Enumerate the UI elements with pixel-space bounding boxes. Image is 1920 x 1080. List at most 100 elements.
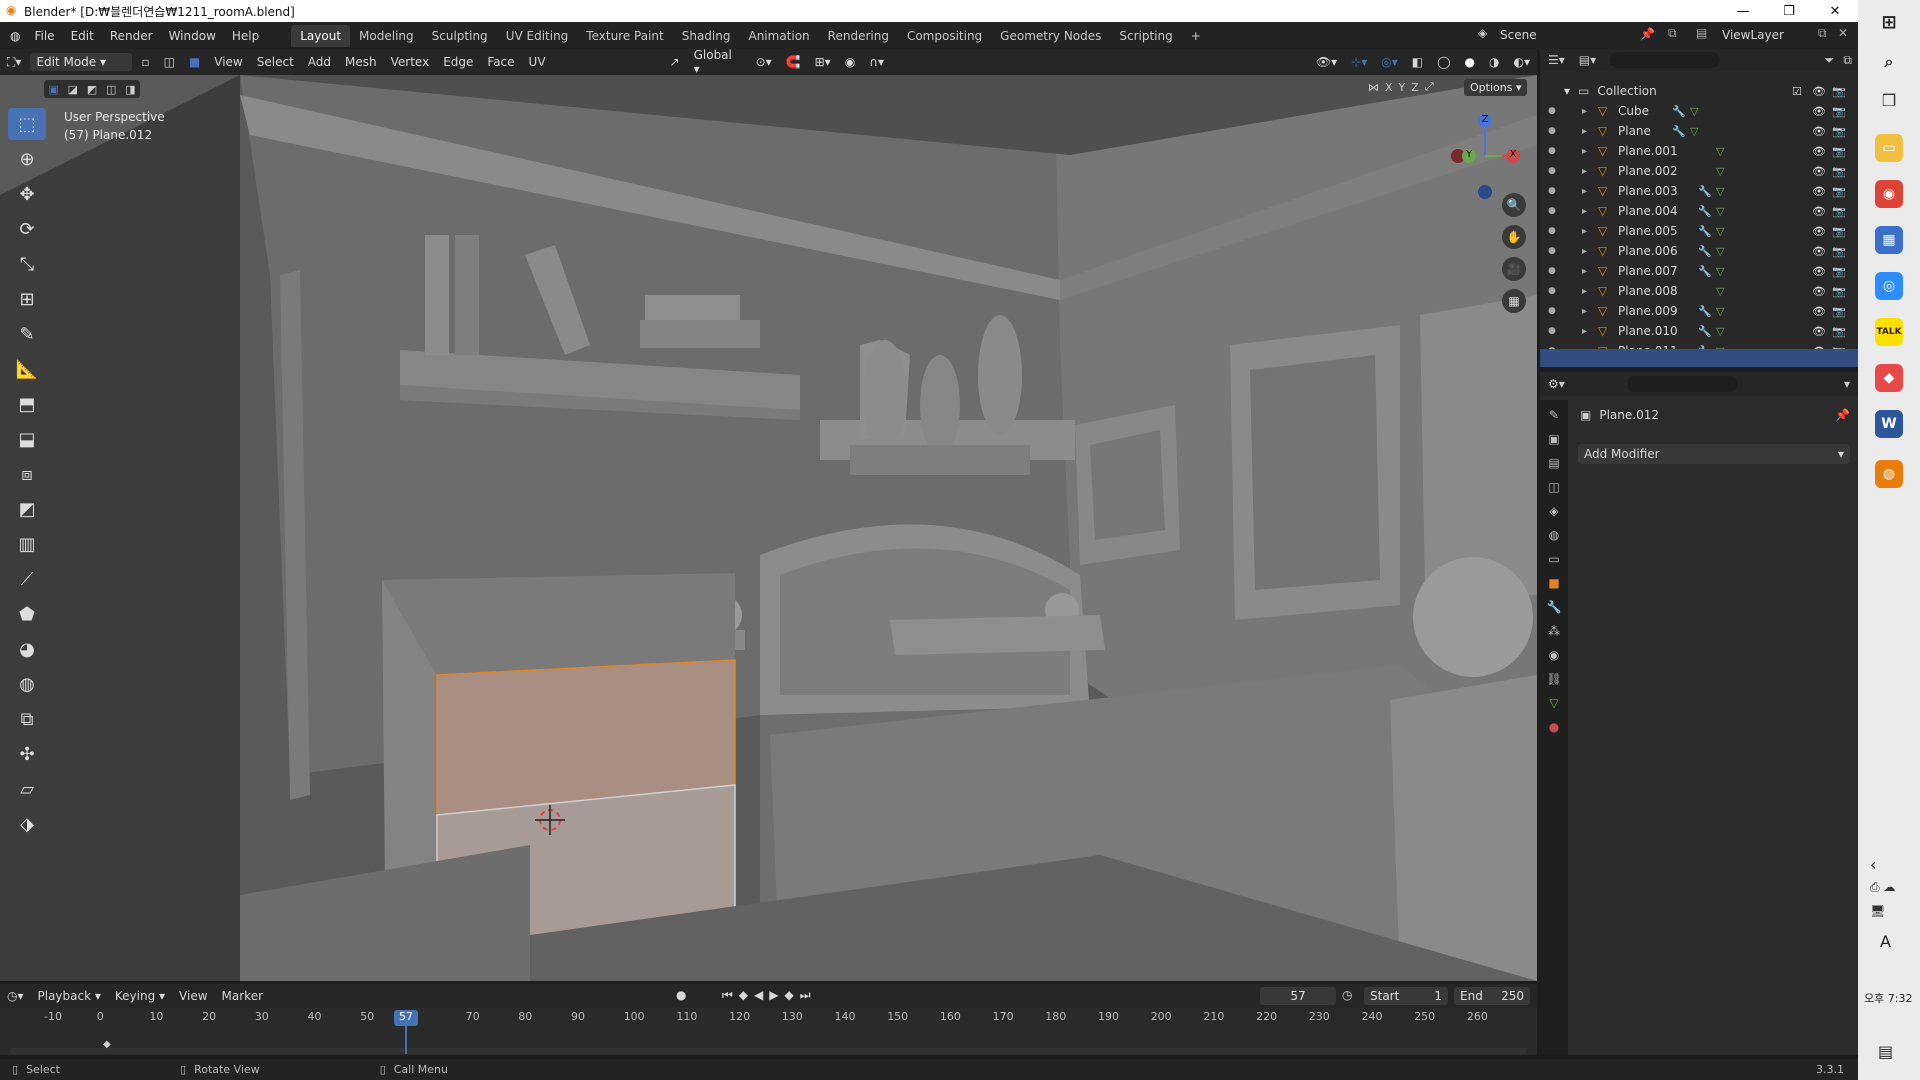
outliner-row[interactable]: ● ▸ ▽ Plane.009 🔧 ▽ 👁 📷 — [1540, 301, 1858, 321]
eye-icon[interactable]: 👁 — [1812, 125, 1826, 138]
expand-icon[interactable]: ▸ — [1582, 326, 1587, 337]
eye-icon[interactable]: 👁 — [1812, 265, 1826, 278]
tab-geometry-nodes[interactable]: Geometry Nodes — [991, 25, 1110, 47]
scene-tab-icon[interactable]: ◈ — [1549, 504, 1558, 518]
keying-menu[interactable]: Keying ▾ — [108, 989, 172, 1003]
navigation-gizmo[interactable]: Z X Y — [1440, 110, 1530, 200]
render-tab-icon[interactable]: ▣ — [1548, 432, 1559, 446]
restore-icon[interactable]: ❐ — [1766, 0, 1812, 22]
end-frame-field[interactable]: End 250 — [1454, 987, 1530, 1005]
camera-icon[interactable]: 📷 — [1832, 145, 1846, 158]
expand-icon[interactable]: ▸ — [1582, 306, 1587, 317]
face-menu[interactable]: Face — [480, 55, 521, 69]
eye-icon[interactable]: 👁 — [1812, 105, 1826, 118]
menu-help[interactable]: Help — [224, 29, 267, 43]
uv-menu[interactable]: UV — [522, 55, 553, 69]
view-layer-tab-icon[interactable]: ◫ — [1548, 480, 1559, 494]
frame-ruler[interactable]: -10 0 10 20 30 40 50 70 80 90 100 110 120 130 140 150 16… — [0, 1010, 1537, 1028]
falloff-icon[interactable]: ∩▾ — [862, 55, 891, 69]
constraints-tab-icon[interactable]: ⛓ — [1546, 672, 1561, 686]
properties-editor-icon[interactable]: ⚙▾ — [1548, 377, 1565, 391]
poly-build-tool-icon[interactable]: ⬟ — [8, 598, 46, 630]
expand-icon[interactable]: ▾ — [1564, 84, 1570, 98]
pivot-icon[interactable]: ⊙▾ — [749, 55, 779, 69]
axis-z[interactable]: Z — [1411, 81, 1419, 94]
tray-icons[interactable]: ⎙ ☁ — [1870, 880, 1895, 895]
tab-uv-editing[interactable]: UV Editing — [497, 25, 578, 47]
camera-view-icon[interactable]: 🎥 — [1502, 257, 1526, 281]
minimize-icon[interactable]: — — [1720, 0, 1766, 22]
tool-tab-icon[interactable]: ✎ — [1549, 408, 1559, 422]
snap-target-icon[interactable]: ⊞▾ — [808, 55, 838, 69]
outliner-row[interactable]: ● ▸ ▽ Plane.010 🔧 ▽ 👁 📷 — [1540, 321, 1858, 341]
rendered-shading-icon[interactable]: ◐▾ — [1507, 55, 1538, 69]
xray-icon[interactable]: ◧ — [1405, 55, 1430, 69]
blender-taskbar-icon[interactable]: ◍ — [1875, 460, 1903, 488]
modifier-tab-icon[interactable]: 🔧 — [1547, 600, 1562, 614]
collection-tab-icon[interactable]: ▭ — [1548, 552, 1559, 566]
shear-tool-icon[interactable]: ▱ — [8, 773, 46, 805]
collection-eye-icon[interactable]: 👁 — [1812, 85, 1826, 98]
tab-animation[interactable]: Animation — [739, 25, 818, 47]
expand-icon[interactable]: ▸ — [1582, 186, 1587, 197]
outliner-row[interactable]: ● ▸ ▽ Plane 🔧 ▽ 👁 📷 — [1540, 121, 1858, 141]
axis-y[interactable]: Y — [1399, 81, 1406, 94]
task-view-icon[interactable]: ❐ — [1875, 86, 1903, 114]
timeline-editor-icon[interactable]: ◷▾ — [0, 989, 31, 1003]
extrude-tool-icon[interactable]: ⬓ — [8, 423, 46, 455]
selection-mode-buttons[interactable]: ▣ ◪ ◩ ◫ ◨ — [44, 80, 140, 98]
viewlayer-name[interactable]: ViewLayer — [1722, 28, 1784, 42]
rip-region-tool-icon[interactable]: ⬗ — [8, 808, 46, 840]
app-icon[interactable]: ◆ — [1875, 364, 1903, 392]
new-collection-icon[interactable]: ⧉ — [1843, 53, 1852, 68]
expand-icon[interactable]: ▸ — [1582, 286, 1587, 297]
eye-icon[interactable]: 👁 — [1812, 245, 1826, 258]
eye-icon[interactable]: 👁 — [1812, 305, 1826, 318]
outliner-row[interactable]: ● ▸ ▽ Plane.003 🔧 ▽ 👁 📷 — [1540, 181, 1858, 201]
camera-icon[interactable]: 📷 — [1832, 185, 1846, 198]
tab-compositing[interactable]: Compositing — [898, 25, 991, 47]
scale-tool-icon[interactable]: ⤡ — [8, 248, 46, 280]
select-menu[interactable]: Select — [250, 55, 301, 69]
outliner-row[interactable]: ● ▸ ▽ Plane.001 ▽ 👁 📷 — [1540, 141, 1858, 161]
cursor-tool-icon[interactable]: ⊕ — [8, 143, 46, 175]
eye-icon[interactable]: 👁 — [1812, 285, 1826, 298]
add-menu[interactable]: Add — [301, 55, 338, 69]
outliner-row-collection[interactable]: ▾ ▭ Collection ☑ 👁 📷 — [1540, 81, 1858, 101]
editor-type-icon[interactable]: ⛶▾ — [0, 55, 28, 70]
playhead-frame[interactable]: 57 — [394, 1010, 418, 1026]
eye-icon[interactable]: 👁 — [1812, 325, 1826, 338]
view-menu[interactable]: View — [207, 55, 249, 69]
properties-options-icon[interactable]: ▾ — [1844, 377, 1850, 391]
mirror-icon[interactable]: ⋈ — [1368, 81, 1379, 94]
outliner-row[interactable]: ● ▸ ▽ Plane.002 ▽ 👁 📷 — [1540, 161, 1858, 181]
eye-icon[interactable]: 👁 — [1812, 205, 1826, 218]
options-dropdown[interactable]: Options ▾ — [1464, 79, 1528, 96]
loop-cut-tool-icon[interactable]: ▥ — [8, 528, 46, 560]
eye-icon[interactable]: 👁 — [1812, 225, 1826, 238]
outliner-row[interactable]: ● ▸ ▽ Plane.008 ▽ 👁 📷 — [1540, 281, 1858, 301]
network-icon[interactable]: 🖥 — [1870, 904, 1885, 918]
output-tab-icon[interactable]: ▤ — [1548, 456, 1559, 470]
bevel-tool-icon[interactable]: ◩ — [8, 493, 46, 525]
move-tool-icon[interactable]: ✥ — [8, 178, 46, 210]
eye-icon[interactable]: 👁 — [1812, 145, 1826, 158]
timeline-scrollbar[interactable] — [10, 1048, 1527, 1054]
data-tab-icon[interactable]: ▽ — [1549, 696, 1558, 710]
annotate-tool-icon[interactable]: ✎ — [8, 318, 46, 350]
ime-indicator[interactable]: A — [1880, 932, 1891, 951]
menu-window[interactable]: Window — [161, 29, 224, 43]
calculator-icon[interactable]: ▦ — [1875, 226, 1903, 254]
shrink-fatten-tool-icon[interactable]: ✣ — [8, 738, 46, 770]
mode-dropdown[interactable]: Edit Mode ▾ — [30, 53, 133, 71]
expand-icon[interactable]: ▸ — [1582, 206, 1587, 217]
windows-start-icon[interactable]: ⊞ — [1875, 8, 1903, 36]
keyframe-icon[interactable]: ◆ — [103, 1039, 111, 1050]
solid-shading-icon[interactable]: ● — [1458, 55, 1482, 69]
taskbar-search-icon[interactable]: ⌕ — [1875, 48, 1903, 76]
snap-icon[interactable]: 🧲 — [779, 55, 808, 69]
expand-icon[interactable]: ▸ — [1582, 226, 1587, 237]
select-invert-icon[interactable]: ◫ — [106, 83, 116, 96]
camera-icon[interactable]: 📷 — [1832, 305, 1846, 318]
collection-checkbox-icon[interactable]: ☑ — [1792, 85, 1802, 98]
